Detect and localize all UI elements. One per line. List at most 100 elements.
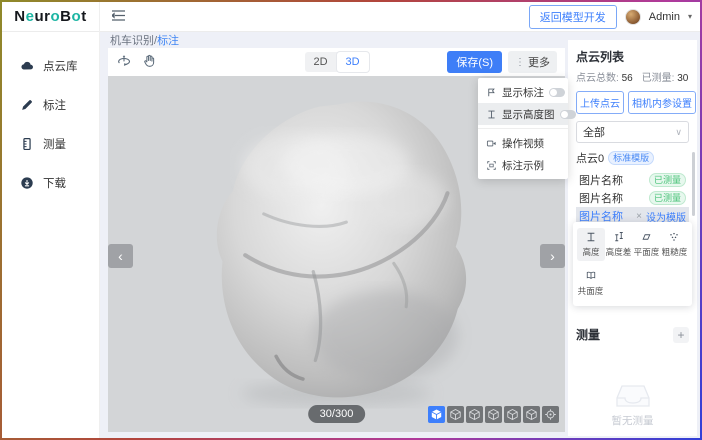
- sidebar-item-annotation[interactable]: 标注: [2, 85, 99, 124]
- filter-select[interactable]: 全部 ∨: [576, 121, 689, 143]
- tool-coplanarity[interactable]: 共面度: [577, 267, 605, 300]
- list-scrollbar[interactable]: [692, 152, 695, 216]
- mode-3d-button[interactable]: 3D: [337, 52, 369, 72]
- menu-item-label: 标注示例: [502, 158, 560, 173]
- breadcrumb-current: 标注: [157, 35, 179, 47]
- tooth-3d-model[interactable]: [186, 90, 486, 410]
- menu-item-annotation-example[interactable]: 标注示例: [478, 154, 568, 176]
- app-logo: NeuroBot: [2, 2, 100, 32]
- view-default-button[interactable]: [428, 406, 445, 423]
- stat-total: 点云总数: 56: [576, 69, 633, 84]
- more-button-label: 更多: [528, 54, 550, 70]
- tools-grid: 高度 高度差 平面度 粗糙度 共面度: [577, 228, 688, 300]
- menu-item-show-annotations[interactable]: 显示标注: [478, 81, 568, 103]
- height-map-icon: [486, 109, 497, 120]
- logo-letter: B: [60, 8, 71, 25]
- logo-letter: u: [34, 8, 44, 25]
- sidebar-item-measure[interactable]: 测量: [2, 124, 99, 163]
- list-item[interactable]: 图片名称 已测量: [576, 171, 689, 189]
- sidebar: 点云库 标注 测量 下载: [2, 32, 100, 438]
- top-header: NeuroBot 返回模型开发 Admin ▾: [2, 2, 700, 32]
- menu-item-show-heightmap[interactable]: 显示高度图: [478, 103, 568, 125]
- pointcloud-group-row[interactable]: 点云0 标准模版: [576, 150, 689, 166]
- sidebar-item-label: 测量: [43, 136, 66, 152]
- canvas-toolbar: 2D 3D 保存(S) ⋮更多: [108, 48, 565, 76]
- view-preset-bar: [428, 406, 559, 423]
- more-dots-icon: ⋮: [515, 57, 525, 68]
- video-icon: [486, 138, 497, 149]
- logo-letter: e: [26, 8, 35, 25]
- show-annotations-toggle[interactable]: [549, 88, 565, 97]
- height-diff-icon: [613, 231, 625, 243]
- tool-roughness[interactable]: 粗糙度: [660, 228, 688, 261]
- breadcrumb-parent[interactable]: 机车识别: [110, 35, 154, 47]
- empty-text: 暂无测量: [612, 413, 654, 428]
- mode-2d-button[interactable]: 2D: [305, 52, 337, 72]
- panel-buttons: 上传点云 相机内参设置: [576, 91, 689, 114]
- tool-height-diff[interactable]: 高度差: [605, 228, 633, 261]
- sidebar-item-download[interactable]: 下载: [2, 163, 99, 202]
- prev-frame-button[interactable]: ‹: [108, 244, 133, 268]
- sidebar-item-label: 点云库: [43, 58, 78, 74]
- roughness-icon: [668, 231, 680, 243]
- example-frame-icon: [486, 160, 497, 171]
- add-measure-button[interactable]: +: [673, 327, 689, 343]
- more-dropdown-menu: 显示标注 显示高度图 操作视频 标注示例: [478, 78, 568, 179]
- header-right: 返回模型开发 Admin ▾: [529, 5, 700, 29]
- rotate-tool-icon[interactable]: [116, 53, 132, 72]
- breadcrumb: 机车识别/标注: [110, 33, 179, 49]
- stat-measured: 已测量: 30: [642, 69, 689, 84]
- show-heightmap-toggle[interactable]: [560, 110, 576, 119]
- ruler-icon: [20, 137, 34, 151]
- view-right-button[interactable]: [504, 406, 521, 423]
- save-button[interactable]: 保存(S): [447, 51, 502, 73]
- user-caret-down-icon[interactable]: ▾: [688, 12, 692, 21]
- menu-item-label: 显示高度图: [502, 107, 555, 122]
- sidebar-item-pointcloud-library[interactable]: 点云库: [2, 46, 99, 85]
- item-name: 图片名称: [579, 172, 623, 188]
- item-name: 图片名称: [579, 190, 623, 206]
- camera-params-button[interactable]: 相机内参设置: [628, 91, 696, 114]
- flatness-icon: [640, 231, 652, 243]
- logo-letter: o: [72, 8, 82, 25]
- pen-icon: [20, 98, 34, 112]
- view-top-button[interactable]: [523, 406, 540, 423]
- empty-state: 暂无测量: [568, 382, 697, 428]
- empty-box-icon: [615, 382, 651, 410]
- group-name: 点云0: [576, 150, 604, 166]
- close-icon[interactable]: ×: [636, 211, 642, 222]
- tool-flatness[interactable]: 平面度: [633, 228, 661, 261]
- panel-title: 点云列表: [576, 48, 689, 65]
- view-mode-toggle: 2D 3D: [305, 52, 369, 72]
- pan-hand-icon[interactable]: [142, 53, 157, 71]
- tool-height[interactable]: 高度: [577, 228, 605, 261]
- template-badge: 标准模版: [608, 151, 654, 165]
- toolbar-actions: 保存(S) ⋮更多: [447, 51, 557, 73]
- collapse-menu-icon[interactable]: [112, 10, 125, 24]
- menu-item-tutorial-video[interactable]: 操作视频: [478, 132, 568, 154]
- measure-title: 测量: [576, 326, 600, 343]
- chevron-down-icon: ∨: [675, 127, 682, 138]
- view-front-button[interactable]: [447, 406, 464, 423]
- logo-letter: N: [14, 8, 25, 25]
- recenter-button[interactable]: [542, 406, 559, 423]
- menu-item-label: 操作视频: [502, 136, 560, 151]
- view-left-button[interactable]: [485, 406, 502, 423]
- app-root: NeuroBot 返回模型开发 Admin ▾ 点云库 标注 测量 下载: [2, 2, 700, 438]
- sidebar-item-label: 标注: [43, 97, 66, 113]
- next-frame-button[interactable]: ›: [540, 244, 565, 268]
- upload-pointcloud-button[interactable]: 上传点云: [576, 91, 624, 114]
- pointcloud-panel: 点云列表 点云总数: 56 已测量: 30 上传点云 相机内参设置 全部 ∨ 点…: [568, 40, 697, 436]
- filter-select-value: 全部: [583, 124, 675, 140]
- measure-tools-popup: 高度 高度差 平面度 粗糙度 共面度: [573, 222, 692, 306]
- panel-stats: 点云总数: 56 已测量: 30: [576, 69, 689, 84]
- list-item[interactable]: 图片名称 已测量: [576, 189, 689, 207]
- status-badge-measured: 已测量: [649, 173, 686, 187]
- more-button[interactable]: ⋮更多: [508, 51, 557, 73]
- coplanarity-icon: [585, 270, 597, 282]
- user-name[interactable]: Admin: [649, 11, 680, 23]
- logo-letter: t: [81, 8, 87, 25]
- user-avatar[interactable]: [625, 9, 641, 25]
- view-back-button[interactable]: [466, 406, 483, 423]
- back-to-model-dev-button[interactable]: 返回模型开发: [529, 5, 617, 29]
